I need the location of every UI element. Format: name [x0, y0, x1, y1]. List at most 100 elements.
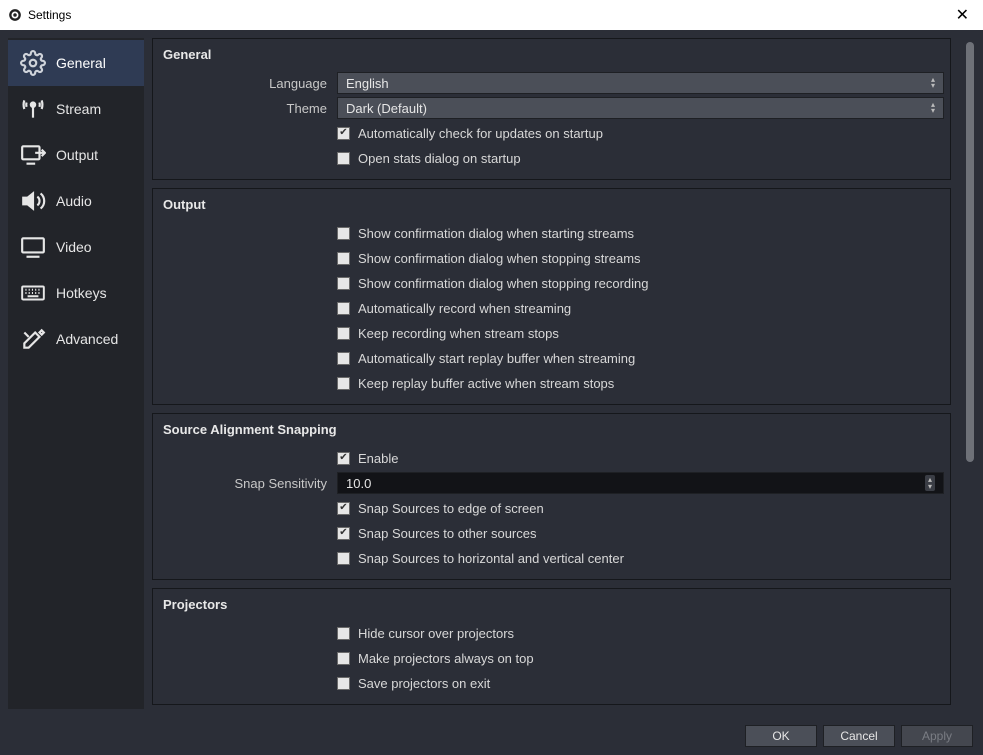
snapping-enable-checkbox[interactable]: Enable [337, 451, 398, 466]
checkbox-icon [337, 352, 350, 365]
checkbox-icon [337, 252, 350, 265]
checkbox-icon [337, 652, 350, 665]
checkbox-label: Automatically start replay buffer when s… [358, 351, 635, 366]
signal-icon [20, 96, 46, 122]
checkbox-label: Show confirmation dialog when starting s… [358, 226, 634, 241]
snap-edge-checkbox[interactable]: Snap Sources to edge of screen [337, 501, 544, 516]
checkbox-icon [337, 452, 350, 465]
checkbox-label: Show confirmation dialog when stopping s… [358, 251, 641, 266]
updown-icon: ▴▾ [931, 77, 935, 89]
keep-replay-checkbox[interactable]: Keep replay buffer active when stream st… [337, 376, 614, 391]
hide-cursor-checkbox[interactable]: Hide cursor over projectors [337, 626, 514, 641]
sidebar: General Stream Output Audio Video [8, 38, 144, 709]
checkbox-icon [337, 302, 350, 315]
sidebar-item-label: Stream [56, 101, 101, 117]
keep-recording-checkbox[interactable]: Keep recording when stream stops [337, 326, 559, 341]
theme-label: Theme [159, 101, 337, 116]
checkbox-label: Keep recording when stream stops [358, 326, 559, 341]
language-label: Language [159, 76, 337, 91]
close-icon[interactable]: ✕ [950, 5, 975, 25]
sidebar-item-label: General [56, 55, 106, 71]
section-title: Source Alignment Snapping [159, 420, 944, 445]
sidebar-item-output[interactable]: Output [8, 132, 144, 178]
theme-value: Dark (Default) [346, 101, 427, 116]
sidebar-item-hotkeys[interactable]: Hotkeys [8, 270, 144, 316]
theme-select[interactable]: Dark (Default) ▴▾ [337, 97, 944, 119]
checkbox-label: Snap Sources to edge of screen [358, 501, 544, 516]
sidebar-item-audio[interactable]: Audio [8, 178, 144, 224]
always-top-checkbox[interactable]: Make projectors always on top [337, 651, 534, 666]
sidebar-item-label: Advanced [56, 331, 118, 347]
app-icon [8, 8, 22, 22]
checkbox-icon [337, 277, 350, 290]
section-general: General Language English ▴▾ Theme [152, 38, 951, 180]
section-title: Projectors [159, 595, 944, 620]
check-updates-checkbox[interactable]: Automatically check for updates on start… [337, 126, 603, 141]
section-output: Output Show confirmation dialog when sta… [152, 188, 951, 405]
checkbox-icon [337, 677, 350, 690]
confirm-stop-recording-checkbox[interactable]: Show confirmation dialog when stopping r… [337, 276, 649, 291]
sidebar-item-label: Output [56, 147, 98, 163]
checkbox-icon [337, 127, 350, 140]
checkbox-label: Automatically check for updates on start… [358, 126, 603, 141]
section-title: General [159, 45, 944, 70]
sidebar-item-video[interactable]: Video [8, 224, 144, 270]
keyboard-icon [20, 280, 46, 306]
scrollbar[interactable] [965, 38, 975, 709]
language-value: English [346, 76, 389, 91]
checkbox-icon [337, 552, 350, 565]
sidebar-item-advanced[interactable]: Advanced [8, 316, 144, 362]
snap-sensitivity-value: 10.0 [346, 476, 371, 491]
checkbox-label: Enable [358, 451, 398, 466]
titlebar: Settings ✕ [0, 0, 983, 30]
open-stats-checkbox[interactable]: Open stats dialog on startup [337, 151, 521, 166]
snap-center-checkbox[interactable]: Snap Sources to horizontal and vertical … [337, 551, 624, 566]
sidebar-item-stream[interactable]: Stream [8, 86, 144, 132]
snap-sensitivity-label: Snap Sensitivity [159, 476, 337, 491]
updown-icon[interactable]: ▴▾ [925, 475, 935, 491]
checkbox-label: Make projectors always on top [358, 651, 534, 666]
output-icon [20, 142, 46, 168]
snap-other-checkbox[interactable]: Snap Sources to other sources [337, 526, 537, 541]
language-select[interactable]: English ▴▾ [337, 72, 944, 94]
speaker-icon [20, 188, 46, 214]
checkbox-icon [337, 227, 350, 240]
checkbox-label: Automatically record when streaming [358, 301, 571, 316]
checkbox-label: Snap Sources to other sources [358, 526, 537, 541]
scrollbar-thumb[interactable] [966, 42, 974, 462]
confirm-stop-streams-checkbox[interactable]: Show confirmation dialog when stopping s… [337, 251, 641, 266]
section-snapping: Source Alignment Snapping Enable Snap Se… [152, 413, 951, 580]
section-title: Output [159, 195, 944, 220]
checkbox-label: Hide cursor over projectors [358, 626, 514, 641]
sidebar-item-label: Audio [56, 193, 92, 209]
sidebar-item-general[interactable]: General [8, 40, 144, 86]
auto-record-checkbox[interactable]: Automatically record when streaming [337, 301, 571, 316]
monitor-icon [20, 234, 46, 260]
checkbox-icon [337, 327, 350, 340]
footer: OK Cancel Apply [0, 717, 983, 755]
checkbox-label: Keep replay buffer active when stream st… [358, 376, 614, 391]
tools-icon [20, 326, 46, 352]
checkbox-icon [337, 502, 350, 515]
auto-replay-checkbox[interactable]: Automatically start replay buffer when s… [337, 351, 635, 366]
updown-icon: ▴▾ [931, 102, 935, 114]
checkbox-icon [337, 152, 350, 165]
save-exit-checkbox[interactable]: Save projectors on exit [337, 676, 490, 691]
settings-content: General Language English ▴▾ Theme [152, 38, 959, 709]
checkbox-icon [337, 627, 350, 640]
checkbox-label: Save projectors on exit [358, 676, 490, 691]
cancel-button[interactable]: Cancel [823, 725, 895, 747]
checkbox-label: Open stats dialog on startup [358, 151, 521, 166]
confirm-start-streams-checkbox[interactable]: Show confirmation dialog when starting s… [337, 226, 634, 241]
snap-sensitivity-spinbox[interactable]: 10.0 ▴▾ [337, 472, 944, 494]
checkbox-icon [337, 377, 350, 390]
window-title: Settings [28, 8, 71, 22]
checkbox-label: Snap Sources to horizontal and vertical … [358, 551, 624, 566]
section-projectors: Projectors Hide cursor over projectors M… [152, 588, 951, 705]
checkbox-label: Show confirmation dialog when stopping r… [358, 276, 649, 291]
sidebar-item-label: Video [56, 239, 92, 255]
apply-button[interactable]: Apply [901, 725, 973, 747]
ok-button[interactable]: OK [745, 725, 817, 747]
sidebar-item-label: Hotkeys [56, 285, 107, 301]
checkbox-icon [337, 527, 350, 540]
